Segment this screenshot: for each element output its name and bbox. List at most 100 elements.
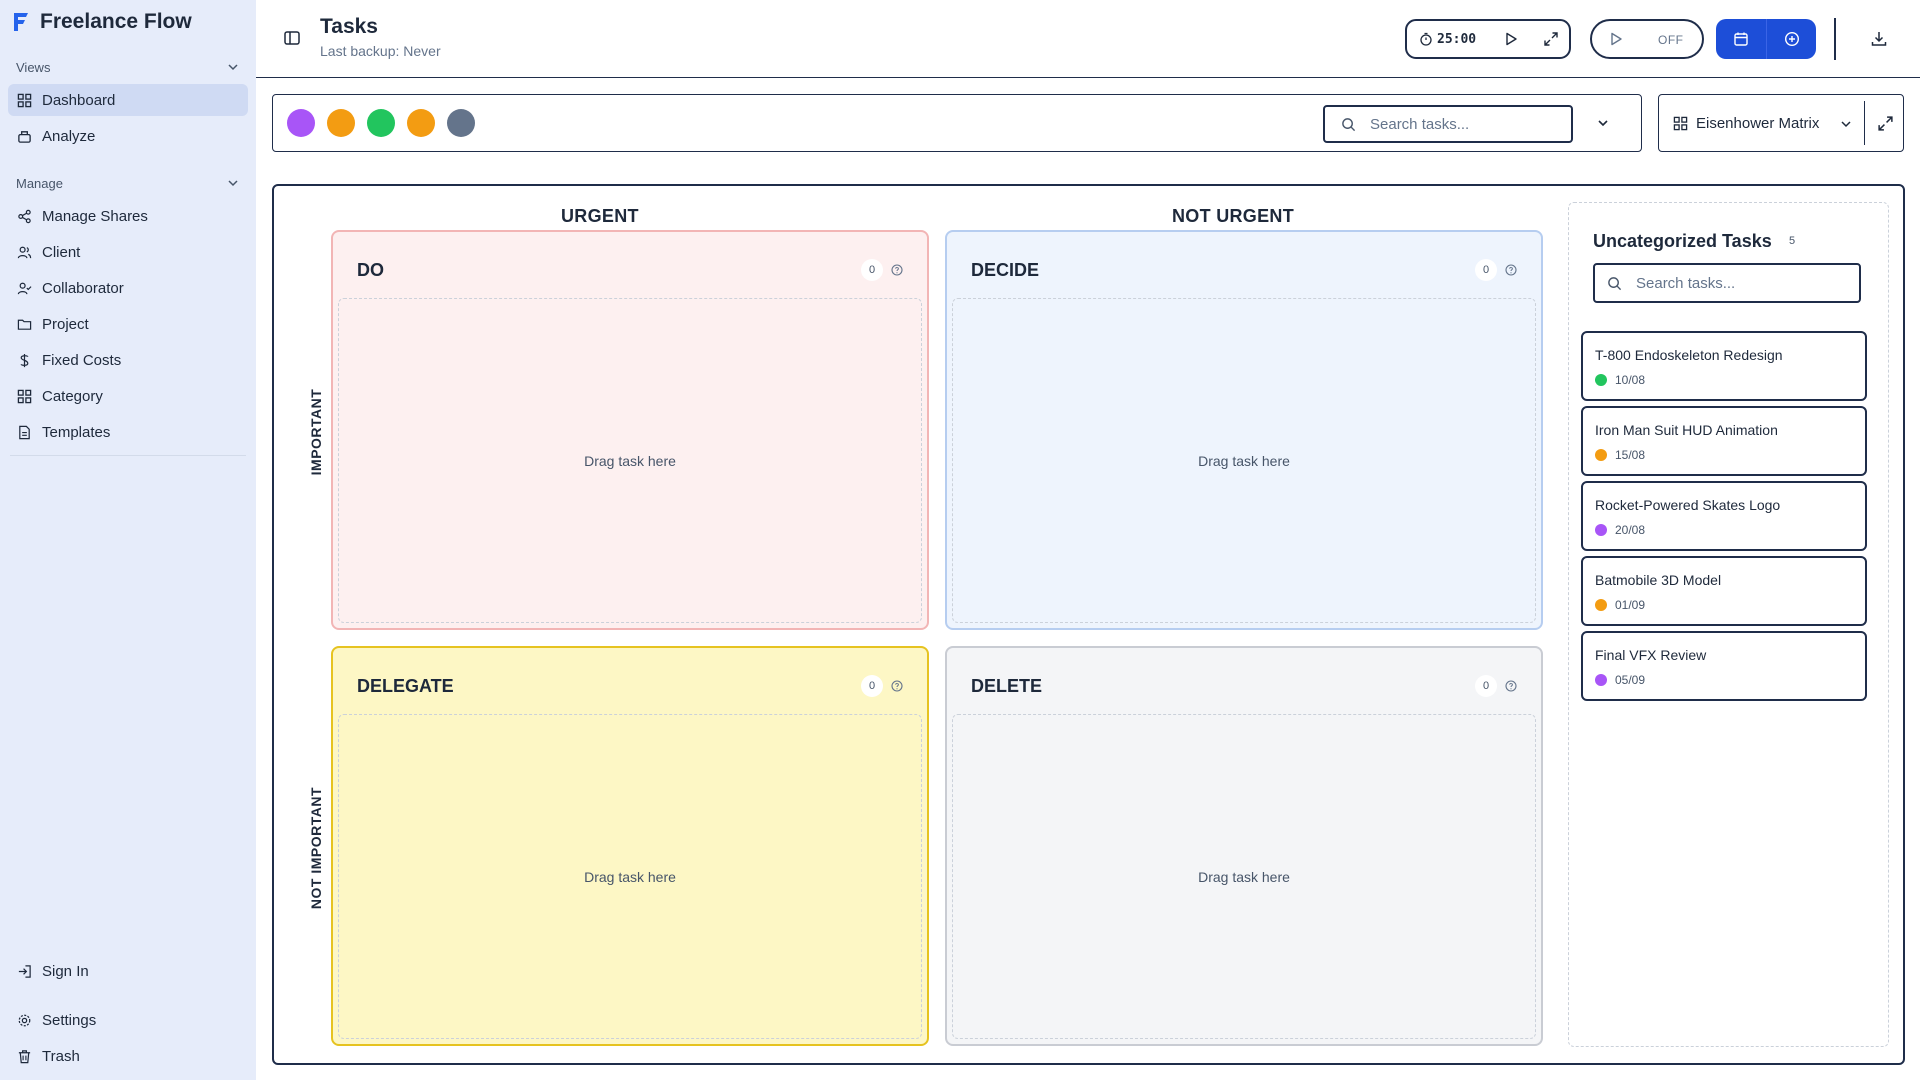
color-filter-dot[interactable] [447,109,475,137]
color-filter-dot[interactable] [407,109,435,137]
filter-chevron-down-icon[interactable] [1595,115,1611,131]
sidebar-item-collaborator[interactable]: Collaborator [8,272,248,304]
plus-circle-icon [1784,31,1799,47]
stopwatch-icon [1420,32,1432,46]
quadrant-title: DO [357,260,384,280]
task-color-dot [1595,374,1607,386]
task-due-date: 10/08 [1615,373,1646,387]
fullscreen-icon[interactable] [1877,115,1894,132]
task-meta: 10/08 [1595,373,1645,387]
analyze-icon [18,130,31,143]
action-button-group [1716,19,1816,59]
color-filter-dot[interactable] [367,109,395,137]
sidebar-item-trash[interactable]: Trash [8,1040,248,1072]
sidebar-item-analyze[interactable]: Analyze [8,120,248,152]
views-section-header[interactable]: Views [16,57,240,77]
timer-play-icon[interactable] [1503,31,1519,47]
task-due-date: 01/09 [1615,598,1646,612]
view-mode-label: Eisenhower Matrix [1696,115,1820,132]
drop-zone-delete[interactable]: Drag task here [952,714,1536,1039]
task-card[interactable]: Batmobile 3D Model 01/09 [1581,556,1867,626]
sidebar-item-dashboard[interactable]: Dashboard [8,84,248,116]
sidebar-item-label: Analyze [42,127,96,145]
search-icon [1342,117,1356,131]
sidebar-toggle-icon[interactable] [282,28,302,48]
task-meta: 01/09 [1595,598,1645,612]
quadrant-do: DO 0 Drag task here [331,230,929,630]
view-mode-select[interactable]: Eisenhower Matrix [1658,94,1904,152]
quadrant-delegate: DELEGATE 0 Drag task here [331,646,929,1046]
add-task-button[interactable] [1766,19,1816,59]
quadrant-count-badge: 0 [1475,259,1497,281]
uncategorized-search [1593,263,1861,303]
quadrant-decide: DECIDE 0 Drag task here [945,230,1543,630]
sidebar-item-settings[interactable]: Settings [8,1004,248,1036]
task-color-dot [1595,674,1607,686]
file-icon [19,425,30,439]
row-header-important: IMPORTANT [308,388,324,476]
sidebar-item-label: Category [42,387,103,405]
gear-icon [18,1014,31,1026]
timer-expand-icon[interactable] [1543,31,1559,47]
quadrant-count-badge: 0 [1475,675,1497,697]
task-color-dot [1595,524,1607,536]
help-circle-icon[interactable] [891,264,903,276]
drop-zone-decide[interactable]: Drag task here [952,298,1536,623]
uncategorized-count: 5 [1789,235,1796,247]
timer-value: 25:00 [1437,31,1477,47]
sidebar-item-category[interactable]: Category [8,380,248,412]
drop-zone-do[interactable]: Drag task here [338,298,922,623]
task-due-date: 20/08 [1615,523,1646,537]
grid-icon [17,389,32,403]
quadrant-title: DECIDE [971,260,1040,280]
task-color-dot [1595,449,1607,461]
dollar-icon [20,353,29,367]
sidebar-item-label: Settings [42,1011,97,1029]
task-due-date: 15/08 [1615,448,1646,462]
sign-in-icon [18,964,31,978]
quadrant-count-badge: 0 [861,675,883,697]
search-input[interactable] [1370,115,1550,133]
sidebar-item-fixed-costs[interactable]: Fixed Costs [8,344,248,376]
color-filter-dot[interactable] [287,109,315,137]
calendar-icon [1734,32,1748,46]
manage-section-header[interactable]: Manage [16,173,240,193]
view-select-divider [1864,101,1865,145]
sidebar-item-client[interactable]: Client [8,236,248,268]
help-circle-icon[interactable] [1505,680,1517,692]
autoplay-toggle[interactable]: OFF [1590,19,1704,59]
users-icon [17,246,32,258]
quadrant-title: DELEGATE [357,676,454,696]
trash-icon [18,1049,31,1063]
chevron-down-icon [228,64,238,71]
sidebar-divider [10,455,246,456]
task-meta: 20/08 [1595,523,1645,537]
help-circle-icon[interactable] [1505,264,1517,276]
help-circle-icon[interactable] [891,680,903,692]
sidebar: Freelance Flow Views Dashboard Analyze M… [0,0,256,1080]
drop-zone-delegate[interactable]: Drag task here [338,714,922,1039]
quadrant-count-badge: 0 [861,259,883,281]
task-search [1323,105,1573,143]
sidebar-item-sign-in[interactable]: Sign In [8,955,248,987]
uncategorized-search-input[interactable] [1636,274,1816,292]
brand[interactable]: Freelance Flow [12,10,192,34]
task-card[interactable]: Rocket-Powered Skates Logo 20/08 [1581,481,1867,551]
sidebar-item-label: Trash [42,1047,80,1065]
autoplay-state: OFF [1658,33,1684,47]
app-name: Freelance Flow [40,10,192,33]
sidebar-item-project[interactable]: Project [8,308,248,340]
download-icon[interactable] [1870,30,1888,48]
filter-toolbar [272,94,1642,152]
task-card[interactable]: Final VFX Review 05/09 [1581,631,1867,701]
uncategorized-title: Uncategorized Tasks [1593,231,1772,251]
color-filter-dot[interactable] [327,109,355,137]
sidebar-item-manage-shares[interactable]: Manage Shares [8,200,248,232]
uncategorized-tasks-panel: Uncategorized Tasks 5 T-800 Endoskeleton… [1568,202,1889,1047]
task-card[interactable]: T-800 Endoskeleton Redesign 10/08 [1581,331,1867,401]
sidebar-item-templates[interactable]: Templates [8,416,248,448]
page-header: Tasks Last backup: Never 25:00 OFF [256,0,1920,78]
task-card[interactable]: Iron Man Suit HUD Animation 15/08 [1581,406,1867,476]
manage-section-label: Manage [16,175,63,191]
calendar-sync-button[interactable] [1716,19,1766,59]
